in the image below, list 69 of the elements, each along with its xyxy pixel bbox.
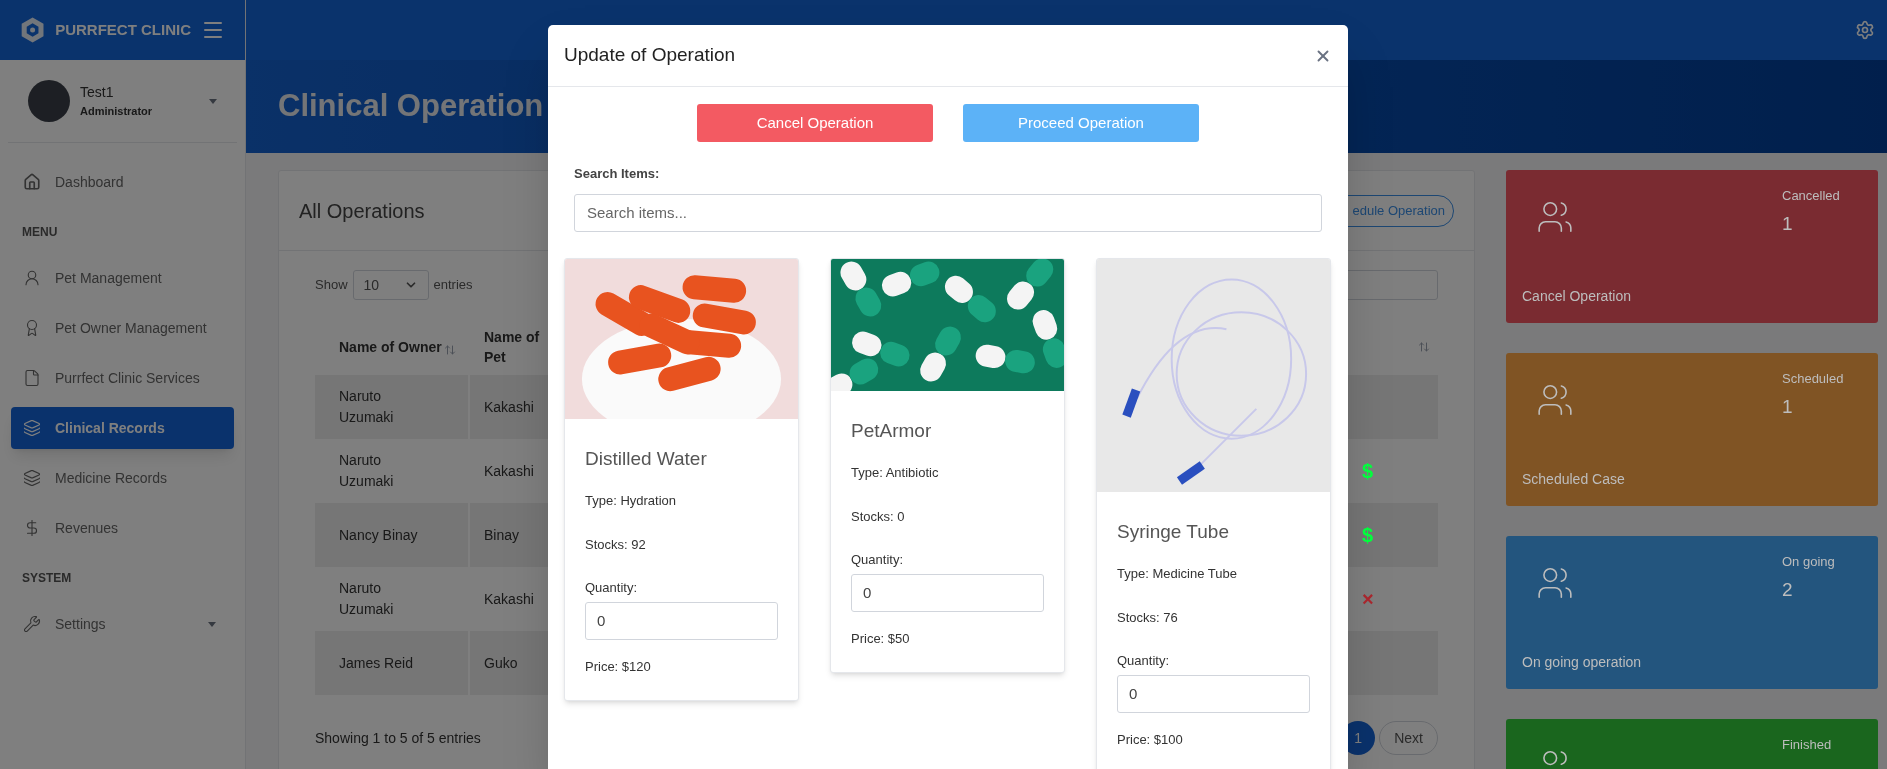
avatar — [28, 80, 70, 122]
user-role: Administrator — [80, 104, 153, 120]
action-link[interactable]: $ — [1362, 456, 1374, 486]
sidebar-item[interactable]: Purrfect Clinic Services — [11, 357, 234, 399]
sidebar-item[interactable]: Clinical Records — [11, 407, 234, 449]
sidebar-item[interactable]: Revenues — [11, 507, 234, 549]
wrench-icon — [23, 615, 41, 633]
item-price: Price: $120 — [585, 657, 652, 676]
stat-count: 1 — [1782, 394, 1794, 419]
quantity-label: Quantity: — [1117, 652, 1171, 670]
home-icon — [23, 173, 41, 191]
layers-icon — [23, 469, 41, 487]
item-name: Distilled Water — [585, 446, 708, 471]
cancel-operation-button[interactable]: Cancel Operation — [697, 104, 933, 142]
search-label: Search Items: — [574, 165, 661, 183]
menu-heading: SYSTEM — [21, 570, 73, 587]
sidebar-item[interactable]: Pet Management — [11, 257, 234, 299]
search-field[interactable]: Search items... — [574, 193, 1322, 232]
sort-icon[interactable] — [443, 344, 456, 356]
entries-label: entries — [433, 276, 473, 295]
item-stocks: Stocks: 92 — [585, 535, 647, 554]
item-stocks: Stocks: 0 — [851, 507, 906, 526]
sidebar-item[interactable]: Pet Owner Management — [11, 307, 234, 349]
table-info: Showing 1 to 5 of 5 entries — [315, 728, 481, 748]
table-cell: Naruto Uzumaki — [315, 375, 470, 439]
stat-count: 1 — [1782, 211, 1794, 236]
stat-label: Scheduled Case — [1522, 470, 1626, 489]
user-name: Test1 — [80, 83, 115, 103]
logo-icon — [20, 14, 46, 46]
sidebar-item[interactable]: Dashboard — [11, 161, 234, 203]
item-price: Price: $50 — [851, 629, 911, 648]
item-name: Syringe Tube — [1117, 519, 1230, 544]
layers-icon — [23, 419, 41, 437]
entries-select[interactable]: 10 — [352, 270, 429, 300]
proceed-operation-button[interactable]: Proceed Operation — [963, 104, 1199, 142]
person-icon — [23, 269, 41, 287]
action-link[interactable]: $ — [1362, 520, 1374, 550]
file-icon — [23, 369, 41, 387]
quantity-field[interactable]: 0 — [585, 601, 778, 640]
stat-status: Finished — [1782, 736, 1833, 754]
quantity-field[interactable]: 0 — [851, 573, 1044, 612]
stat-status: On going — [1782, 553, 1836, 571]
dialog-title: Update of Operation — [564, 43, 736, 68]
item-type: Type: Antibiotic — [851, 464, 940, 482]
quantity-label: Quantity: — [585, 579, 639, 597]
item-stocks: Stocks: 76 — [1117, 608, 1179, 627]
settings-icon[interactable] — [1855, 20, 1875, 40]
sidebar-item[interactable]: Medicine Records — [11, 457, 234, 499]
card-title: All Operations — [299, 198, 425, 224]
item-price: Price: $100 — [1117, 730, 1184, 749]
show-label: Show — [315, 276, 348, 295]
stat-count: 2 — [1782, 577, 1794, 602]
column-header[interactable]: Name of Owner — [339, 336, 442, 358]
sidebar-item[interactable]: Settings — [11, 603, 234, 645]
stat-status: Scheduled — [1782, 370, 1845, 388]
quantity-field[interactable]: 0 — [1117, 674, 1310, 713]
item-type: Type: Medicine Tube — [1117, 565, 1238, 583]
stat-label: Cancel Operation — [1522, 287, 1632, 306]
stat-status: Cancelled — [1782, 187, 1841, 205]
sort-icon[interactable] — [1418, 341, 1430, 353]
caret-icon — [209, 98, 217, 104]
quantity-label: Quantity: — [851, 551, 905, 569]
page-title: Clinical Operation — [278, 87, 544, 126]
brand-name: PURRFECT CLINIC — [55, 19, 191, 40]
table-cell: Nancy Binay — [315, 503, 470, 567]
table-cell: James Reid — [315, 631, 470, 695]
menu-heading: MENU — [21, 224, 59, 241]
stat-label: On going operation — [1522, 653, 1643, 672]
action-link[interactable]: × — [1362, 584, 1374, 614]
